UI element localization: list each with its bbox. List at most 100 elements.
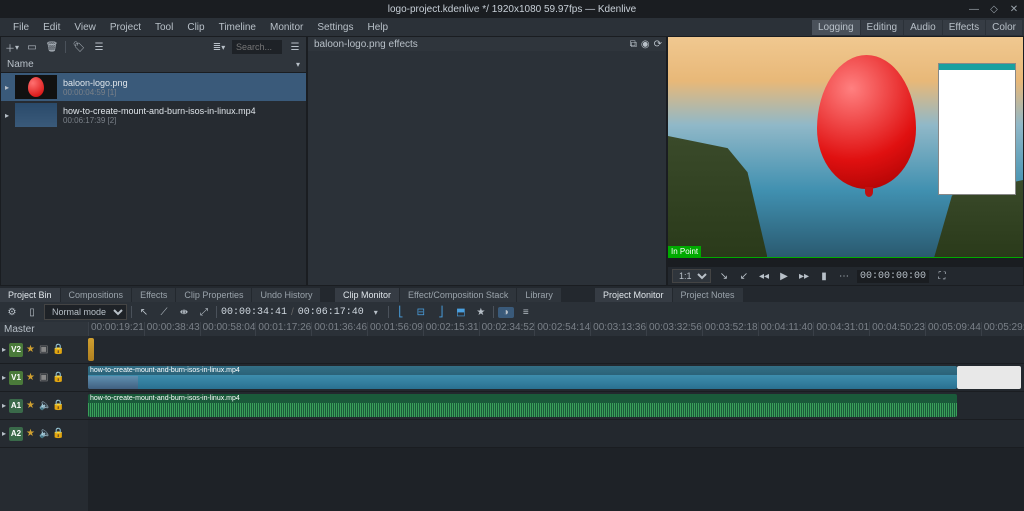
track-header-v2[interactable]: ▸ V2 ★ ▣ 🔒 xyxy=(0,336,88,364)
set-in-icon[interactable]: ↘ xyxy=(717,271,731,282)
lock-icon[interactable]: 🔒 xyxy=(52,372,62,383)
play-icon[interactable]: ▶ xyxy=(777,271,791,282)
lock-icon[interactable]: 🔒 xyxy=(52,400,62,411)
rewind-icon[interactable]: ◂◂ xyxy=(757,271,771,282)
menu-timeline[interactable]: Timeline xyxy=(212,22,263,33)
expand-icon[interactable]: ▸ xyxy=(5,111,9,120)
master-track[interactable]: Master xyxy=(0,322,88,336)
bin-item[interactable]: ▸ how-to-create-mount-and-burn-isos-in-l… xyxy=(1,101,306,129)
bin-item[interactable]: ▸ baloon-logo.png 00:00:04:59 [1] xyxy=(1,73,306,101)
track-config-icon[interactable]: ▯ xyxy=(24,307,40,318)
layout-tab-color[interactable]: Color xyxy=(986,20,1022,35)
preview-render-icon[interactable]: ◑ xyxy=(498,307,514,318)
maximize-button[interactable]: ◇ xyxy=(988,4,1000,15)
gear-icon[interactable]: ⚙ xyxy=(4,307,20,318)
layout-tab-logging[interactable]: Logging xyxy=(812,20,860,35)
overwrite-icon[interactable]: ⬒ xyxy=(453,307,469,318)
tc-caret-icon[interactable]: ▾ xyxy=(368,308,384,317)
search-input[interactable] xyxy=(232,40,282,54)
marker-split-icon[interactable]: ⊟ xyxy=(413,307,429,318)
lock-icon[interactable]: 🔒 xyxy=(52,344,62,355)
view-mode-icon[interactable]: ≣▾ xyxy=(212,40,226,54)
minimize-button[interactable]: — xyxy=(968,4,980,15)
pointer-icon[interactable]: ↖ xyxy=(136,307,152,318)
options-icon[interactable]: ⋯ xyxy=(837,271,851,282)
expand-icon[interactable]: ▸ xyxy=(2,401,6,410)
star-icon[interactable]: ★ xyxy=(26,372,36,383)
tab-undo-history[interactable]: Undo History xyxy=(252,288,320,302)
column-header[interactable]: Name ▾ xyxy=(1,57,306,73)
monitor-ruler[interactable] xyxy=(668,257,1023,267)
folder-icon[interactable]: ▭ xyxy=(25,40,39,54)
zone-in-icon[interactable]: ⎣ xyxy=(393,307,409,318)
delete-icon[interactable]: 🗑 xyxy=(45,40,59,54)
menu-project[interactable]: Project xyxy=(103,22,148,33)
tab-clip-properties[interactable]: Clip Properties xyxy=(176,288,251,302)
set-out-icon[interactable]: ↙ xyxy=(737,271,751,282)
clip-audio[interactable]: how-to-create-mount-and-burn-isos-in-lin… xyxy=(88,394,957,417)
add-clip-button[interactable]: ＋▾ xyxy=(5,40,19,54)
tab-effects[interactable]: Effects xyxy=(132,288,175,302)
zone-out-icon[interactable]: ⎦ xyxy=(433,307,449,318)
tab-effect-stack[interactable]: Effect/Composition Stack xyxy=(400,288,516,302)
mute-icon[interactable]: 🔈 xyxy=(39,400,49,411)
compare-icon[interactable]: ⧉ xyxy=(630,39,637,50)
timeline-ruler[interactable]: 00:00:19:2100:00:38:4300:00:58:0400:01:1… xyxy=(88,322,1024,336)
star-icon[interactable]: ★ xyxy=(26,344,36,355)
menu-tool[interactable]: Tool xyxy=(148,22,180,33)
menu-edit[interactable]: Edit xyxy=(36,22,67,33)
expand-icon[interactable]: ▸ xyxy=(2,429,6,438)
track-header-a2[interactable]: ▸ A2 ★ 🔈 🔒 xyxy=(0,420,88,448)
options-icon[interactable]: ☰ xyxy=(288,40,302,54)
expand-icon[interactable]: ▸ xyxy=(2,373,6,382)
menu-clip[interactable]: Clip xyxy=(180,22,211,33)
clip-blank[interactable] xyxy=(957,366,1021,389)
menu-view[interactable]: View xyxy=(67,22,103,33)
timeline-tracks-area[interactable]: 00:00:19:2100:00:38:4300:00:58:0400:01:1… xyxy=(88,322,1024,511)
filter-icon[interactable]: ☰ xyxy=(92,40,106,54)
scale-select[interactable]: 1:1 xyxy=(672,269,711,283)
marker-icon[interactable]: ▮ xyxy=(817,271,831,282)
tab-project-monitor[interactable]: Project Monitor xyxy=(595,288,672,302)
bypass-icon[interactable]: ⟳ xyxy=(654,39,662,50)
track-row[interactable] xyxy=(88,420,1024,448)
menu-help[interactable]: Help xyxy=(361,22,396,33)
tab-compositions[interactable]: Compositions xyxy=(61,288,132,302)
layout-tab-audio[interactable]: Audio xyxy=(904,20,942,35)
tag-icon[interactable]: 🏷 xyxy=(72,40,86,54)
mute-icon[interactable]: 🔈 xyxy=(39,428,49,439)
clip-video[interactable]: how-to-create-mount-and-burn-isos-in-lin… xyxy=(88,366,957,389)
menu-file[interactable]: File xyxy=(6,22,36,33)
track-header-v1[interactable]: ▸ V1 ★ ▣ 🔒 xyxy=(0,364,88,392)
expand-icon[interactable]: ▸ xyxy=(2,345,6,354)
tab-clip-monitor[interactable]: Clip Monitor xyxy=(335,288,399,302)
close-button[interactable]: ✕ xyxy=(1008,4,1020,15)
eye-icon[interactable]: ◉ xyxy=(641,39,650,50)
lock-icon[interactable]: 🔒 xyxy=(52,428,62,439)
star-icon[interactable]: ★ xyxy=(26,400,36,411)
fullscreen-icon[interactable]: ⛶ xyxy=(935,271,949,282)
fit-icon[interactable]: ⤢ xyxy=(196,307,212,318)
razor-icon[interactable]: ⟋ xyxy=(156,307,172,318)
layout-tab-effects[interactable]: Effects xyxy=(943,20,985,35)
position-tc[interactable]: 00:00:34:41 xyxy=(221,307,287,318)
menu-monitor[interactable]: Monitor xyxy=(263,22,310,33)
track-row[interactable]: how-to-create-mount-and-burn-isos-in-lin… xyxy=(88,364,1024,392)
expand-icon[interactable]: ▸ xyxy=(5,83,9,92)
forward-icon[interactable]: ▸▸ xyxy=(797,271,811,282)
mute-icon[interactable]: ▣ xyxy=(39,344,49,355)
layout-tab-editing[interactable]: Editing xyxy=(861,20,904,35)
clip-image[interactable] xyxy=(88,338,94,361)
tab-library[interactable]: Library xyxy=(517,288,561,302)
track-header-a1[interactable]: ▸ A1 ★ 🔈 🔒 xyxy=(0,392,88,420)
track-row[interactable]: how-to-create-mount-and-burn-isos-in-lin… xyxy=(88,392,1024,420)
tab-project-notes[interactable]: Project Notes xyxy=(673,288,743,302)
spacer-icon[interactable]: ⇼ xyxy=(176,307,192,318)
edit-mode-select[interactable]: Normal mode xyxy=(44,304,127,320)
tab-project-bin[interactable]: Project Bin xyxy=(0,288,60,302)
favorite-icon[interactable]: ★ xyxy=(473,307,489,318)
monitor-viewport[interactable]: In Point xyxy=(668,37,1023,257)
timecode[interactable]: 00:00:00:00 xyxy=(857,270,929,283)
star-icon[interactable]: ★ xyxy=(26,428,36,439)
more-icon[interactable]: ≡ xyxy=(518,307,534,318)
